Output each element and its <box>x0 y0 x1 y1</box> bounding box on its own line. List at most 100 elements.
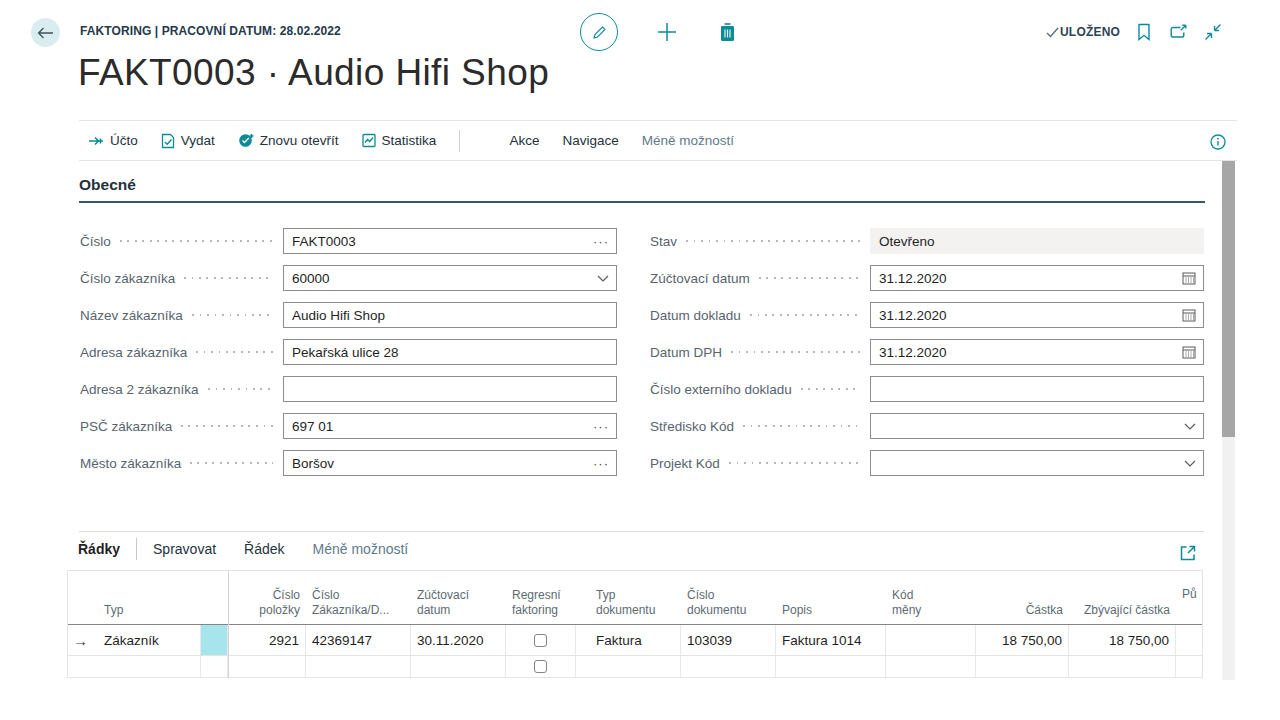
section-title-obecne[interactable]: Obecné <box>79 176 136 194</box>
assist-edit-icon[interactable]: ··· <box>593 234 616 249</box>
cell-cislo-zakaznika[interactable] <box>306 656 411 677</box>
chevron-down-icon[interactable] <box>1184 423 1203 430</box>
cell-cislo-polozky[interactable] <box>228 656 306 677</box>
column-header-typ-dokumentu[interactable]: Typ dokumentu <box>576 571 681 624</box>
cell-zbyvajici-castka[interactable] <box>1069 656 1176 677</box>
collapse-icon[interactable] <box>1204 23 1222 41</box>
dotted-leader <box>181 425 273 427</box>
cell-castka[interactable]: 18 750,00 <box>976 625 1069 655</box>
column-header-cislo-dokumentu[interactable]: Číslo dokumentu <box>681 571 776 624</box>
row-selector[interactable] <box>68 656 98 677</box>
field-input[interactable]: 697 01··· <box>283 413 617 439</box>
regresni-faktoring-checkbox[interactable] <box>534 660 547 673</box>
column-header-popis[interactable]: Popis <box>776 571 886 624</box>
open-in-new-icon[interactable] <box>1170 24 1187 39</box>
actionbar-separator <box>459 130 460 152</box>
cell-cislo-dokumentu[interactable] <box>681 656 776 677</box>
field-input[interactable] <box>870 376 1204 402</box>
expand-lines-icon[interactable] <box>1180 545 1196 561</box>
assist-edit-icon[interactable]: ··· <box>593 456 616 471</box>
general-left-column: ČísloFAKT0003···Číslo zákazníka60000Náze… <box>80 228 617 487</box>
column-header-cislo-polozky[interactable]: Číslo položky <box>228 571 306 624</box>
lines-grid: Typ Číslo položkyČíslo Zákazníka/D...Zúčt… <box>67 570 1203 678</box>
cell-cislo-polozky[interactable]: 2921 <box>228 625 306 655</box>
assist-edit-icon[interactable]: ··· <box>593 419 616 434</box>
cell-kod-meny[interactable] <box>886 656 976 677</box>
cell-pujcka[interactable] <box>1176 625 1203 655</box>
field-input[interactable]: Audio Hifi Shop <box>283 302 617 328</box>
cell-cislo-dokumentu[interactable]: 103039 <box>681 625 776 655</box>
grid-row: →Zákazník 29214236914730.11.2020 Faktura10… <box>68 625 1202 656</box>
chevron-down-icon[interactable] <box>597 275 616 282</box>
field-input[interactable] <box>870 450 1204 476</box>
field-value: Boršov <box>284 456 593 471</box>
cell-typ[interactable]: Zákazník <box>98 625 201 655</box>
back-button[interactable] <box>31 18 60 47</box>
cell-zbyvajici-castka[interactable]: 18 750,00 <box>1069 625 1176 655</box>
new-button[interactable] <box>657 22 677 42</box>
column-header-castka[interactable]: Částka <box>976 571 1069 624</box>
lines-menu-mene-moznosti[interactable]: Méně možností <box>313 541 409 557</box>
field-input[interactable]: 31.12.2020 <box>870 339 1204 365</box>
action-znovu-otevrit[interactable]: Znovu otevřít <box>238 133 339 148</box>
field-row: Projekt Kód <box>650 450 1204 476</box>
edit-button[interactable] <box>580 13 618 51</box>
field-input[interactable] <box>283 376 617 402</box>
column-header-cislo-zakaznika[interactable]: Číslo Zákazníka/D... <box>306 571 411 624</box>
cell-popis[interactable] <box>776 656 886 677</box>
column-header-zuctovaci-datum[interactable]: Zúčtovací datum <box>411 571 506 624</box>
field-input[interactable] <box>870 413 1204 439</box>
field-input[interactable]: 31.12.2020 <box>870 302 1204 328</box>
menu-navigace[interactable]: Navigace <box>562 133 618 148</box>
cell-selected[interactable] <box>201 656 228 677</box>
field-input[interactable]: Pekařská ulice 28 <box>283 339 617 365</box>
cell-cislo-zakaznika[interactable]: 42369147 <box>306 625 411 655</box>
field-input[interactable]: Boršov··· <box>283 450 617 476</box>
cell-regresni-faktoring <box>506 625 576 655</box>
column-header-typ[interactable]: Typ <box>98 571 201 624</box>
cell-typ-dokumentu[interactable] <box>576 656 681 677</box>
cell-selected[interactable] <box>201 625 228 655</box>
column-header-kod-meny[interactable]: Kód měny <box>886 571 976 624</box>
action-statistika[interactable]: Statistika <box>362 133 437 148</box>
calendar-icon[interactable] <box>1182 345 1203 359</box>
cell-typ[interactable] <box>98 656 201 677</box>
menu-mene-moznosti[interactable]: Méně možností <box>642 133 734 148</box>
menu-akce[interactable]: Akce <box>509 133 539 148</box>
column-header-zbyvajici-castka[interactable]: Zbývající částka <box>1069 571 1176 624</box>
info-icon[interactable] <box>1210 134 1226 150</box>
cell-kod-meny[interactable] <box>886 625 976 655</box>
field-value: FAKT0003 <box>284 234 593 249</box>
calendar-icon[interactable] <box>1182 271 1203 285</box>
column-header-regresni-faktoring[interactable]: Regresní faktoring <box>506 571 576 624</box>
cell-zuctovaci-datum[interactable] <box>411 656 506 677</box>
cell-zuctovaci-datum[interactable]: 30.11.2020 <box>411 625 506 655</box>
field-row: Zúčtovací datum31.12.2020 <box>650 265 1204 291</box>
dotted-leader <box>801 388 860 390</box>
field-label: PSČ zákazníka <box>80 419 172 434</box>
action-ucto[interactable]: Účto <box>88 133 138 148</box>
lines-menu-spravovat[interactable]: Spravovat <box>153 541 216 557</box>
action-vydat[interactable]: Vydat <box>161 133 215 149</box>
row-selector[interactable]: → <box>68 625 98 655</box>
actionbar-divider-bottom <box>79 160 1237 161</box>
lines-menu-radek[interactable]: Řádek <box>244 541 284 557</box>
regresni-faktoring-checkbox[interactable] <box>534 634 547 647</box>
grid-header-row: Typ Číslo položkyČíslo Zákazníka/D...Zúčt… <box>68 571 1202 625</box>
field-input[interactable]: 31.12.2020 <box>870 265 1204 291</box>
bookmark-icon[interactable] <box>1137 23 1151 41</box>
cell-castka[interactable] <box>976 656 1069 677</box>
trash-icon <box>719 22 736 42</box>
save-status: ULOŽENO <box>1046 25 1120 39</box>
scrollbar-thumb[interactable] <box>1222 161 1235 437</box>
delete-button[interactable] <box>719 22 736 42</box>
lines-tab[interactable]: Řádky <box>78 541 120 557</box>
cell-popis[interactable]: Faktura 1014 <box>776 625 886 655</box>
chevron-down-icon[interactable] <box>1184 460 1203 467</box>
cell-pujcka[interactable] <box>1176 656 1203 677</box>
column-header-pujcka[interactable]: Pů <box>1176 571 1203 624</box>
field-input[interactable]: 60000 <box>283 265 617 291</box>
field-input[interactable]: FAKT0003··· <box>283 228 617 254</box>
calendar-icon[interactable] <box>1182 308 1203 322</box>
cell-typ-dokumentu[interactable]: Faktura <box>576 625 681 655</box>
